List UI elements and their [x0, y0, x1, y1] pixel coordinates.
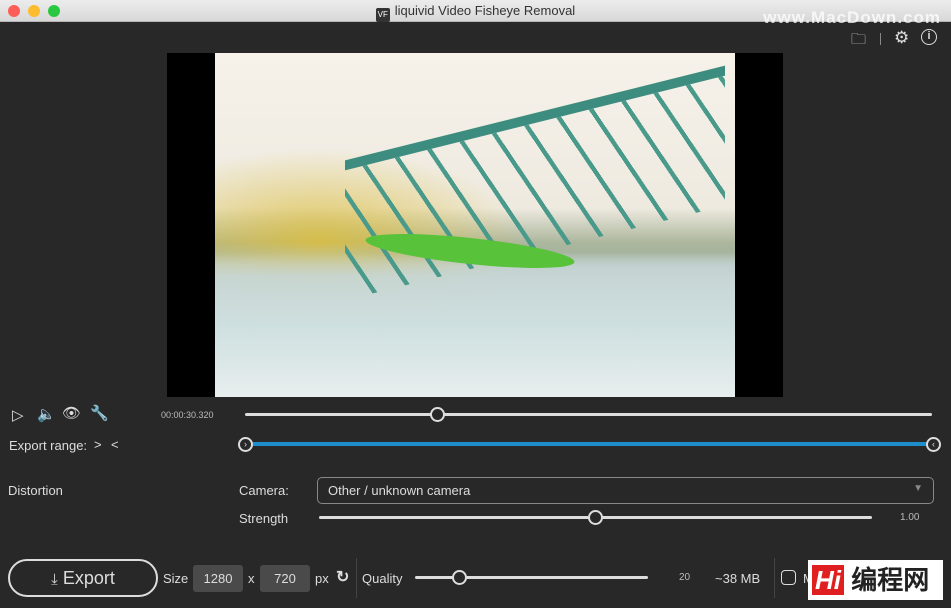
timeline-knob[interactable]	[430, 407, 446, 422]
info-icon[interactable]: i	[921, 29, 937, 45]
divider	[880, 33, 881, 45]
maximize-button[interactable]	[48, 5, 60, 17]
strength-label: Strength	[239, 511, 289, 526]
range-end-handle[interactable]: ‹	[926, 437, 941, 452]
divider	[356, 558, 357, 598]
gear-icon[interactable]: ⚙	[894, 28, 909, 48]
camera-label: Camera:	[239, 483, 289, 498]
range-start-handle[interactable]: ›	[238, 437, 253, 452]
height-input[interactable]: 720	[260, 565, 310, 592]
export-range-label: Export range:	[9, 438, 88, 453]
export-button[interactable]: ⤓ Export	[8, 559, 158, 597]
app-icon: VF	[375, 8, 390, 22]
eye-icon[interactable]: 👁	[62, 404, 81, 422]
minimize-button[interactable]	[28, 5, 40, 17]
play-icon[interactable]: ▷	[12, 406, 24, 424]
set-end-button[interactable]: <	[111, 437, 119, 452]
camera-value: Other / unknown camera	[328, 483, 471, 498]
wrench-icon[interactable]: 🔧	[90, 404, 109, 422]
file-size-estimate: ~38 MB	[715, 571, 761, 586]
strength-knob[interactable]	[588, 510, 603, 525]
folder-icon[interactable]: 🗀	[851, 29, 866, 54]
volume-icon[interactable]: 🔈	[37, 405, 56, 423]
camera-select[interactable]: Other / unknown camera ▼	[317, 477, 934, 504]
timecode: 00:00:30.320	[161, 410, 214, 420]
export-button-label: Export	[62, 568, 115, 588]
chevron-down-icon: ▼	[913, 483, 923, 494]
export-icon: ⤓	[51, 571, 58, 588]
px-label: px	[315, 571, 329, 586]
width-input[interactable]: 1280	[193, 565, 243, 592]
size-x-label: x	[248, 571, 255, 586]
close-button[interactable]	[8, 5, 20, 17]
quality-label: Quality	[362, 571, 403, 586]
distortion-heading: Distortion	[8, 483, 63, 498]
video-frame	[215, 53, 735, 397]
export-range-bar[interactable]	[245, 442, 932, 446]
strength-value: 1.00	[900, 512, 920, 523]
video-preview	[167, 53, 783, 397]
reset-size-icon[interactable]: ↻	[336, 567, 349, 587]
quality-knob[interactable]	[452, 570, 467, 585]
watermark: www.MacDown.com	[763, 8, 941, 27]
window-title: liquivid Video Fisheye Removal	[394, 3, 576, 18]
divider	[774, 558, 775, 598]
quality-value: 20	[679, 572, 691, 583]
quality-slider[interactable]	[415, 576, 648, 579]
set-start-button[interactable]: >	[94, 437, 102, 452]
timeline-slider[interactable]	[245, 413, 932, 416]
watermark-logo: Hi 编程网	[808, 560, 943, 600]
checkbox[interactable]	[781, 570, 796, 585]
size-label: Size	[163, 571, 189, 586]
